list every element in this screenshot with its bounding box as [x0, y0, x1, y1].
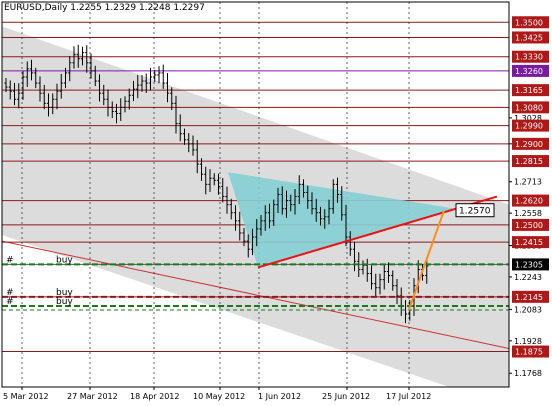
- target-label: 1.2570: [459, 207, 491, 217]
- price-tick-label: 1.2243: [514, 273, 542, 282]
- level-label: 1.2990: [515, 122, 543, 131]
- level-label: 1.1875: [515, 348, 543, 357]
- level-label: 1.3165: [515, 86, 543, 95]
- price-tick-label: 1.2083: [514, 305, 542, 314]
- date-tick-label: 17 Jul 2012: [386, 392, 431, 401]
- symbol-timeframe: EURUSD,Daily: [4, 3, 68, 13]
- date-tick-label: 27 Mar 2012: [67, 392, 118, 401]
- order-marker: #: [6, 255, 14, 265]
- level-label: 1.2900: [515, 140, 543, 149]
- level-label: 1.2415: [515, 238, 543, 247]
- order-label: buy: [56, 255, 73, 265]
- level-label: 1.3330: [515, 53, 543, 62]
- date-tick-label: 10 May 2012: [193, 392, 245, 401]
- order-marker: #: [6, 297, 14, 307]
- chart-window: #buy#buy#buy 1.2570 1.30281.29001.27131.…: [0, 0, 552, 406]
- chart-title: EURUSD,Daily 1.2255 1.2329 1.2248 1.2297: [4, 3, 205, 13]
- price-tick-label: 1.1768: [514, 369, 542, 378]
- price-tick-label: 1.2558: [514, 209, 542, 218]
- price-tick-label: 1.2713: [514, 178, 542, 187]
- level-label: 1.3260: [515, 67, 543, 76]
- level-label: 1.2500: [515, 221, 543, 230]
- date-tick-label: 1 Jun 2012: [258, 392, 301, 401]
- level-label: 1.3425: [515, 33, 543, 42]
- level-label: 1.3500: [515, 18, 543, 27]
- price-tick-label: 1.1928: [514, 337, 542, 346]
- price-chart[interactable]: #buy#buy#buy 1.2570 1.30281.29001.27131.…: [0, 0, 552, 406]
- date-tick-label: 25 Jun 2012: [322, 392, 370, 401]
- level-label: 1.3080: [515, 103, 543, 112]
- date-tick-label: 18 Apr 2012: [130, 392, 179, 401]
- ohlc-values: 1.2255 1.2329 1.2248 1.2297: [70, 3, 205, 13]
- level-label: 1.2815: [515, 157, 543, 166]
- order-label: buy: [56, 297, 73, 307]
- level-label: 1.2305: [515, 260, 543, 269]
- level-label: 1.2145: [515, 293, 543, 302]
- level-label: 1.2620: [515, 197, 543, 206]
- date-tick-label: 5 Mar 2012: [3, 392, 49, 401]
